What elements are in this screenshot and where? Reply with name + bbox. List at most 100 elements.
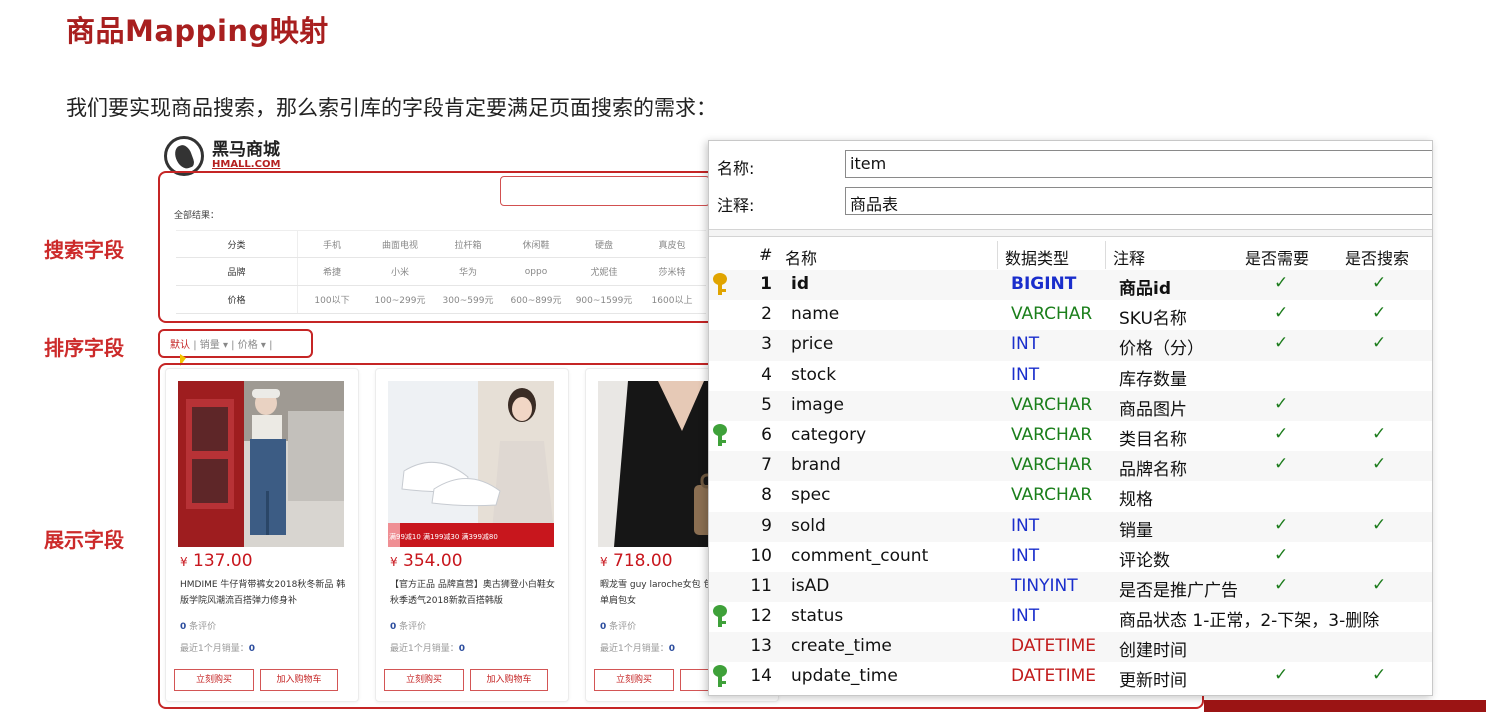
column-comment[interactable]: 价格（分） bbox=[1119, 334, 1204, 359]
filter-option[interactable]: 1600以上 bbox=[638, 293, 706, 306]
add-to-cart-button[interactable]: 加入购物车 bbox=[470, 669, 548, 691]
column-header-need[interactable]: 是否需要 bbox=[1245, 245, 1309, 269]
column-type[interactable]: VARCHAR bbox=[1011, 455, 1092, 475]
filter-option[interactable]: 曲面电视 bbox=[366, 238, 434, 251]
column-name[interactable]: spec bbox=[791, 485, 830, 505]
column-name[interactable]: category bbox=[791, 425, 866, 445]
column-name[interactable]: name bbox=[791, 304, 839, 324]
table-row[interactable]: 14 update_time DATETIME 更新时间 ✓ ✓ bbox=[709, 662, 1432, 692]
product-title[interactable]: HMDIME 牛仔背带裤女2018秋冬新品 韩版学院风潮流百搭弹力修身补 bbox=[180, 577, 350, 609]
filter-option[interactable]: 尤妮佳 bbox=[570, 265, 638, 278]
product-price: ¥ 354.00 bbox=[390, 551, 463, 571]
table-comment-input[interactable]: 商品表 bbox=[845, 187, 1432, 215]
column-name[interactable]: create_time bbox=[791, 636, 892, 656]
column-header-comment[interactable]: 注释 bbox=[1113, 245, 1145, 269]
column-type[interactable]: VARCHAR bbox=[1011, 485, 1092, 505]
sort-default[interactable]: 默认 bbox=[170, 340, 190, 351]
filter-option[interactable]: 休闲鞋 bbox=[502, 238, 570, 251]
column-header-search[interactable]: 是否搜索 bbox=[1345, 245, 1409, 269]
filter-option[interactable]: oppo bbox=[502, 267, 570, 277]
table-row[interactable]: 9 sold INT 销量 ✓ ✓ bbox=[709, 511, 1432, 542]
table-name-input[interactable]: item bbox=[845, 150, 1432, 178]
table-row[interactable]: 5 image VARCHAR 商品图片 ✓ bbox=[709, 390, 1432, 421]
filter-option[interactable]: 硬盘 bbox=[570, 238, 638, 251]
column-header-name[interactable]: 名称 bbox=[785, 245, 817, 269]
sort-price[interactable]: 价格 bbox=[238, 340, 258, 351]
table-row[interactable]: 8 spec VARCHAR 规格 bbox=[709, 481, 1432, 511]
column-type[interactable]: INT bbox=[1011, 546, 1039, 566]
column-name[interactable]: id bbox=[791, 274, 809, 294]
filter-option[interactable]: 100以下 bbox=[298, 293, 366, 306]
product-title[interactable]: 【官方正品 品牌直营】奥古狮登小白鞋女秋季透气2018新款百搭韩版 bbox=[390, 577, 560, 609]
filter-option[interactable]: 拉杆箱 bbox=[434, 238, 502, 251]
column-type[interactable]: INT bbox=[1011, 606, 1039, 626]
column-type[interactable]: DATETIME bbox=[1011, 666, 1096, 686]
add-to-cart-button[interactable]: 加入购物车 bbox=[260, 669, 338, 691]
column-comment[interactable]: 评论数 bbox=[1119, 546, 1170, 571]
sort-sales[interactable]: 销量 bbox=[200, 340, 220, 351]
table-row[interactable]: 13 create_time DATETIME 创建时间 bbox=[709, 632, 1432, 663]
primary-key-icon bbox=[713, 273, 727, 297]
filter-option[interactable]: 100~299元 bbox=[366, 293, 434, 306]
column-type[interactable]: INT bbox=[1011, 334, 1039, 354]
filter-option[interactable]: 华为 bbox=[434, 265, 502, 278]
column-name[interactable]: brand bbox=[791, 455, 841, 475]
buy-now-button[interactable]: 立刻购买 bbox=[594, 669, 674, 691]
column-type[interactable]: VARCHAR bbox=[1011, 304, 1092, 324]
filter-option[interactable]: 小米 bbox=[366, 265, 434, 278]
column-name[interactable]: update_time bbox=[791, 666, 898, 686]
column-type[interactable]: VARCHAR bbox=[1011, 425, 1092, 445]
table-row[interactable]: 1 id BIGINT 商品id ✓ ✓ bbox=[709, 270, 1432, 301]
column-name[interactable]: price bbox=[791, 334, 833, 354]
search-input[interactable] bbox=[500, 176, 710, 206]
column-comment[interactable]: 商品状态 1-正常，2-下架，3-删除 bbox=[1119, 606, 1379, 631]
column-comment[interactable]: 商品id bbox=[1119, 274, 1171, 299]
column-type[interactable]: INT bbox=[1011, 365, 1039, 385]
table-row[interactable]: 10 comment_count INT 评论数 ✓ bbox=[709, 542, 1432, 572]
column-comment[interactable]: 更新时间 bbox=[1119, 666, 1187, 691]
buy-now-button[interactable]: 立刻购买 bbox=[174, 669, 254, 691]
filter-option[interactable]: 真皮包 bbox=[638, 238, 706, 251]
search-check-icon: ✓ bbox=[1372, 303, 1387, 324]
table-row[interactable]: 11 isAD TINYINT 是否是推广广告 ✓ ✓ bbox=[709, 571, 1432, 603]
column-comment[interactable]: 销量 bbox=[1119, 516, 1153, 541]
column-comment[interactable]: 品牌名称 bbox=[1119, 455, 1187, 480]
table-row[interactable]: 2 name VARCHAR SKU名称 ✓ ✓ bbox=[709, 300, 1432, 330]
column-name[interactable]: comment_count bbox=[791, 546, 928, 566]
column-name[interactable]: sold bbox=[791, 516, 826, 536]
column-header-index[interactable]: # bbox=[759, 245, 772, 264]
column-name[interactable]: image bbox=[791, 395, 844, 415]
table-row[interactable]: 12 status INT 商品状态 1-正常，2-下架，3-删除 bbox=[709, 602, 1432, 632]
product-image[interactable] bbox=[388, 381, 554, 547]
column-name[interactable]: isAD bbox=[791, 576, 829, 596]
column-type[interactable]: BIGINT bbox=[1011, 274, 1076, 294]
column-comment[interactable]: 类目名称 bbox=[1119, 425, 1187, 450]
filter-option[interactable]: 900~1599元 bbox=[570, 293, 638, 306]
column-type[interactable]: INT bbox=[1011, 516, 1039, 536]
column-comment[interactable]: 是否是推广广告 bbox=[1119, 576, 1238, 601]
column-type[interactable]: VARCHAR bbox=[1011, 395, 1092, 415]
column-comment[interactable]: 创建时间 bbox=[1119, 636, 1187, 661]
product-card[interactable]: ¥ 137.00 HMDIME 牛仔背带裤女2018秋冬新品 韩版学院风潮流百搭… bbox=[165, 368, 359, 702]
buy-now-button[interactable]: 立刻购买 bbox=[384, 669, 464, 691]
column-type[interactable]: DATETIME bbox=[1011, 636, 1096, 656]
shop-logo[interactable]: 黑马商城 HMALL.COM bbox=[164, 136, 280, 176]
filter-option[interactable]: 希捷 bbox=[298, 265, 366, 278]
column-name[interactable]: status bbox=[791, 606, 843, 626]
table-row[interactable]: 6 category VARCHAR 类目名称 ✓ ✓ bbox=[709, 421, 1432, 451]
filter-option[interactable]: 莎米特 bbox=[638, 265, 706, 278]
filter-option[interactable]: 300~599元 bbox=[434, 293, 502, 306]
product-image[interactable] bbox=[178, 381, 344, 547]
filter-option[interactable]: 600~899元 bbox=[502, 293, 570, 306]
column-comment[interactable]: 规格 bbox=[1119, 485, 1153, 510]
column-type[interactable]: TINYINT bbox=[1011, 576, 1078, 596]
column-name[interactable]: stock bbox=[791, 365, 836, 385]
column-header-type[interactable]: 数据类型 bbox=[1005, 245, 1069, 269]
column-comment[interactable]: 商品图片 bbox=[1119, 395, 1187, 420]
column-comment[interactable]: SKU名称 bbox=[1119, 304, 1187, 329]
table-row[interactable]: 7 brand VARCHAR 品牌名称 ✓ ✓ bbox=[709, 451, 1432, 482]
table-row[interactable]: 4 stock INT 库存数量 bbox=[709, 361, 1432, 391]
filter-option[interactable]: 手机 bbox=[298, 238, 366, 251]
table-row[interactable]: 3 price INT 价格（分） ✓ ✓ bbox=[709, 330, 1432, 361]
column-comment[interactable]: 库存数量 bbox=[1119, 365, 1187, 390]
